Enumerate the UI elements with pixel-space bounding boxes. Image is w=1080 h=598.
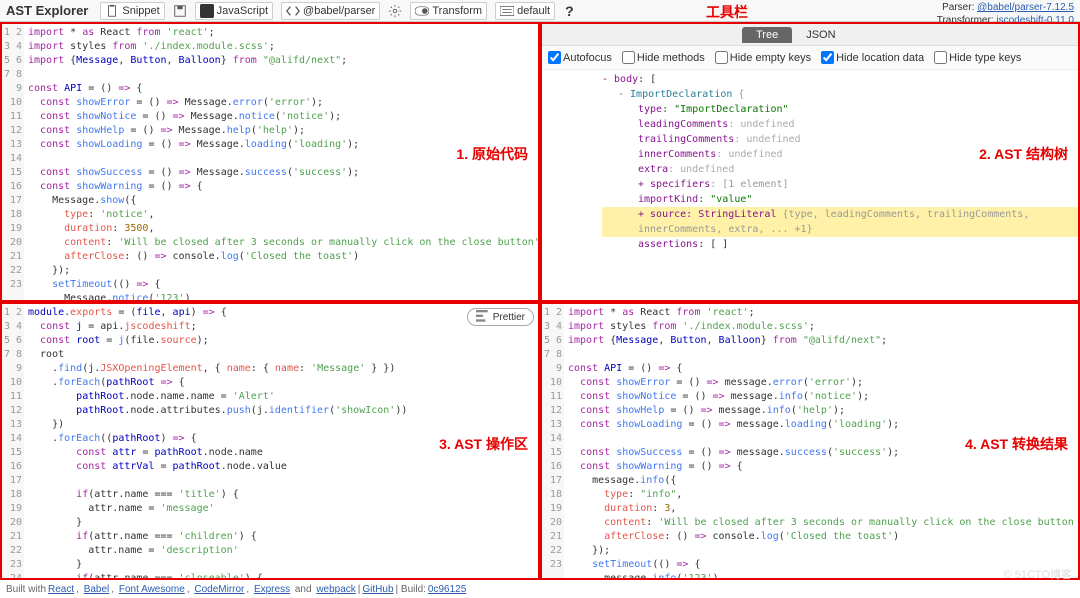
toolbar: AST Explorer Snippet JavaScript @babel/p… bbox=[0, 0, 1080, 22]
footer-link[interactable]: React bbox=[48, 584, 74, 595]
footer: Built with React, Babel, Font Awesome, C… bbox=[0, 580, 1080, 598]
footer-link[interactable]: CodeMirror bbox=[194, 584, 244, 595]
snippet-menu[interactable]: Snippet bbox=[100, 2, 164, 20]
hide-empty-keys-checkbox[interactable]: Hide empty keys bbox=[715, 51, 811, 64]
toggle-icon bbox=[415, 4, 429, 18]
help-button[interactable]: ? bbox=[565, 3, 574, 19]
footer-link[interactable]: Babel bbox=[84, 584, 110, 595]
source-code[interactable]: import * as React from 'react'; import s… bbox=[24, 24, 538, 300]
language-label: JavaScript bbox=[217, 5, 268, 17]
parser-menu[interactable]: @babel/parser bbox=[281, 2, 380, 20]
clipboard-icon bbox=[105, 4, 119, 18]
tab-json[interactable]: JSON bbox=[792, 27, 849, 43]
source-gutter: 1 2 3 4 5 6 7 8 9 10 11 12 13 14 15 16 1… bbox=[2, 24, 24, 300]
keyboard-icon bbox=[500, 4, 514, 18]
output-gutter: 1 2 3 4 5 6 7 8 9 10 11 12 13 14 15 16 1… bbox=[542, 304, 564, 578]
app-title: AST Explorer bbox=[6, 3, 88, 18]
code-icon bbox=[286, 4, 300, 18]
source-pane: 1 2 3 4 5 6 7 8 9 10 11 12 13 14 15 16 1… bbox=[0, 22, 540, 302]
settings-icon[interactable] bbox=[388, 4, 402, 18]
footer-link[interactable]: Font Awesome bbox=[119, 584, 185, 595]
transform-gutter: 1 2 3 4 5 6 7 8 9 10 11 12 13 14 15 16 1… bbox=[2, 304, 24, 578]
main-grid: 1 2 3 4 5 6 7 8 9 10 11 12 13 14 15 16 1… bbox=[0, 22, 1080, 580]
output-code[interactable]: import * as React from 'react'; import s… bbox=[564, 304, 1078, 578]
footer-links: React, Babel, Font Awesome, CodeMirror, … bbox=[46, 584, 358, 595]
footer-link[interactable]: Express bbox=[254, 584, 290, 595]
footer-link[interactable]: webpack bbox=[316, 584, 355, 595]
snippet-label: Snippet bbox=[122, 5, 159, 17]
footer-prefix: Built with bbox=[6, 584, 46, 595]
github-link[interactable]: GitHub bbox=[362, 584, 393, 595]
hide-methods-checkbox[interactable]: Hide methods bbox=[622, 51, 705, 64]
transform-pane: Prettier 1 2 3 4 5 6 7 8 9 10 11 12 13 1… bbox=[0, 302, 540, 580]
js-icon bbox=[200, 4, 214, 18]
watermark: © 51CTO博客 bbox=[1004, 566, 1072, 582]
transformer-menu[interactable]: default bbox=[495, 2, 555, 20]
transform-code[interactable]: module.exports = (file, api) => { const … bbox=[24, 304, 538, 578]
hide-location-data-checkbox[interactable]: Hide location data bbox=[821, 51, 924, 64]
build-link[interactable]: 0c96125 bbox=[428, 584, 466, 595]
autofocus-checkbox[interactable]: Autofocus bbox=[548, 51, 612, 64]
ast-tree-pane: Tree JSON Autofocus Hide methods Hide em… bbox=[540, 22, 1080, 302]
tree-toolbar: Autofocus Hide methods Hide empty keys H… bbox=[542, 46, 1078, 70]
parser-info-label: Parser: bbox=[942, 2, 974, 13]
parser-version-link[interactable]: @babel/parser-7.12.5 bbox=[977, 2, 1074, 13]
parser-label: @babel/parser bbox=[303, 5, 375, 17]
output-pane: 1 2 3 4 5 6 7 8 9 10 11 12 13 14 15 16 1… bbox=[540, 302, 1080, 580]
language-menu[interactable]: JavaScript bbox=[195, 2, 273, 20]
transform-menu[interactable]: Transform bbox=[410, 2, 487, 20]
tree-tabs: Tree JSON bbox=[542, 24, 1078, 46]
tree-body[interactable]: - body: [ - ImportDeclaration { type: "I… bbox=[542, 70, 1078, 300]
hide-type-keys-checkbox[interactable]: Hide type keys bbox=[934, 51, 1021, 64]
save-icon[interactable] bbox=[173, 4, 187, 18]
transform-label: Transform bbox=[432, 5, 482, 17]
tab-tree[interactable]: Tree bbox=[742, 27, 792, 43]
transformer-label: default bbox=[517, 5, 550, 17]
